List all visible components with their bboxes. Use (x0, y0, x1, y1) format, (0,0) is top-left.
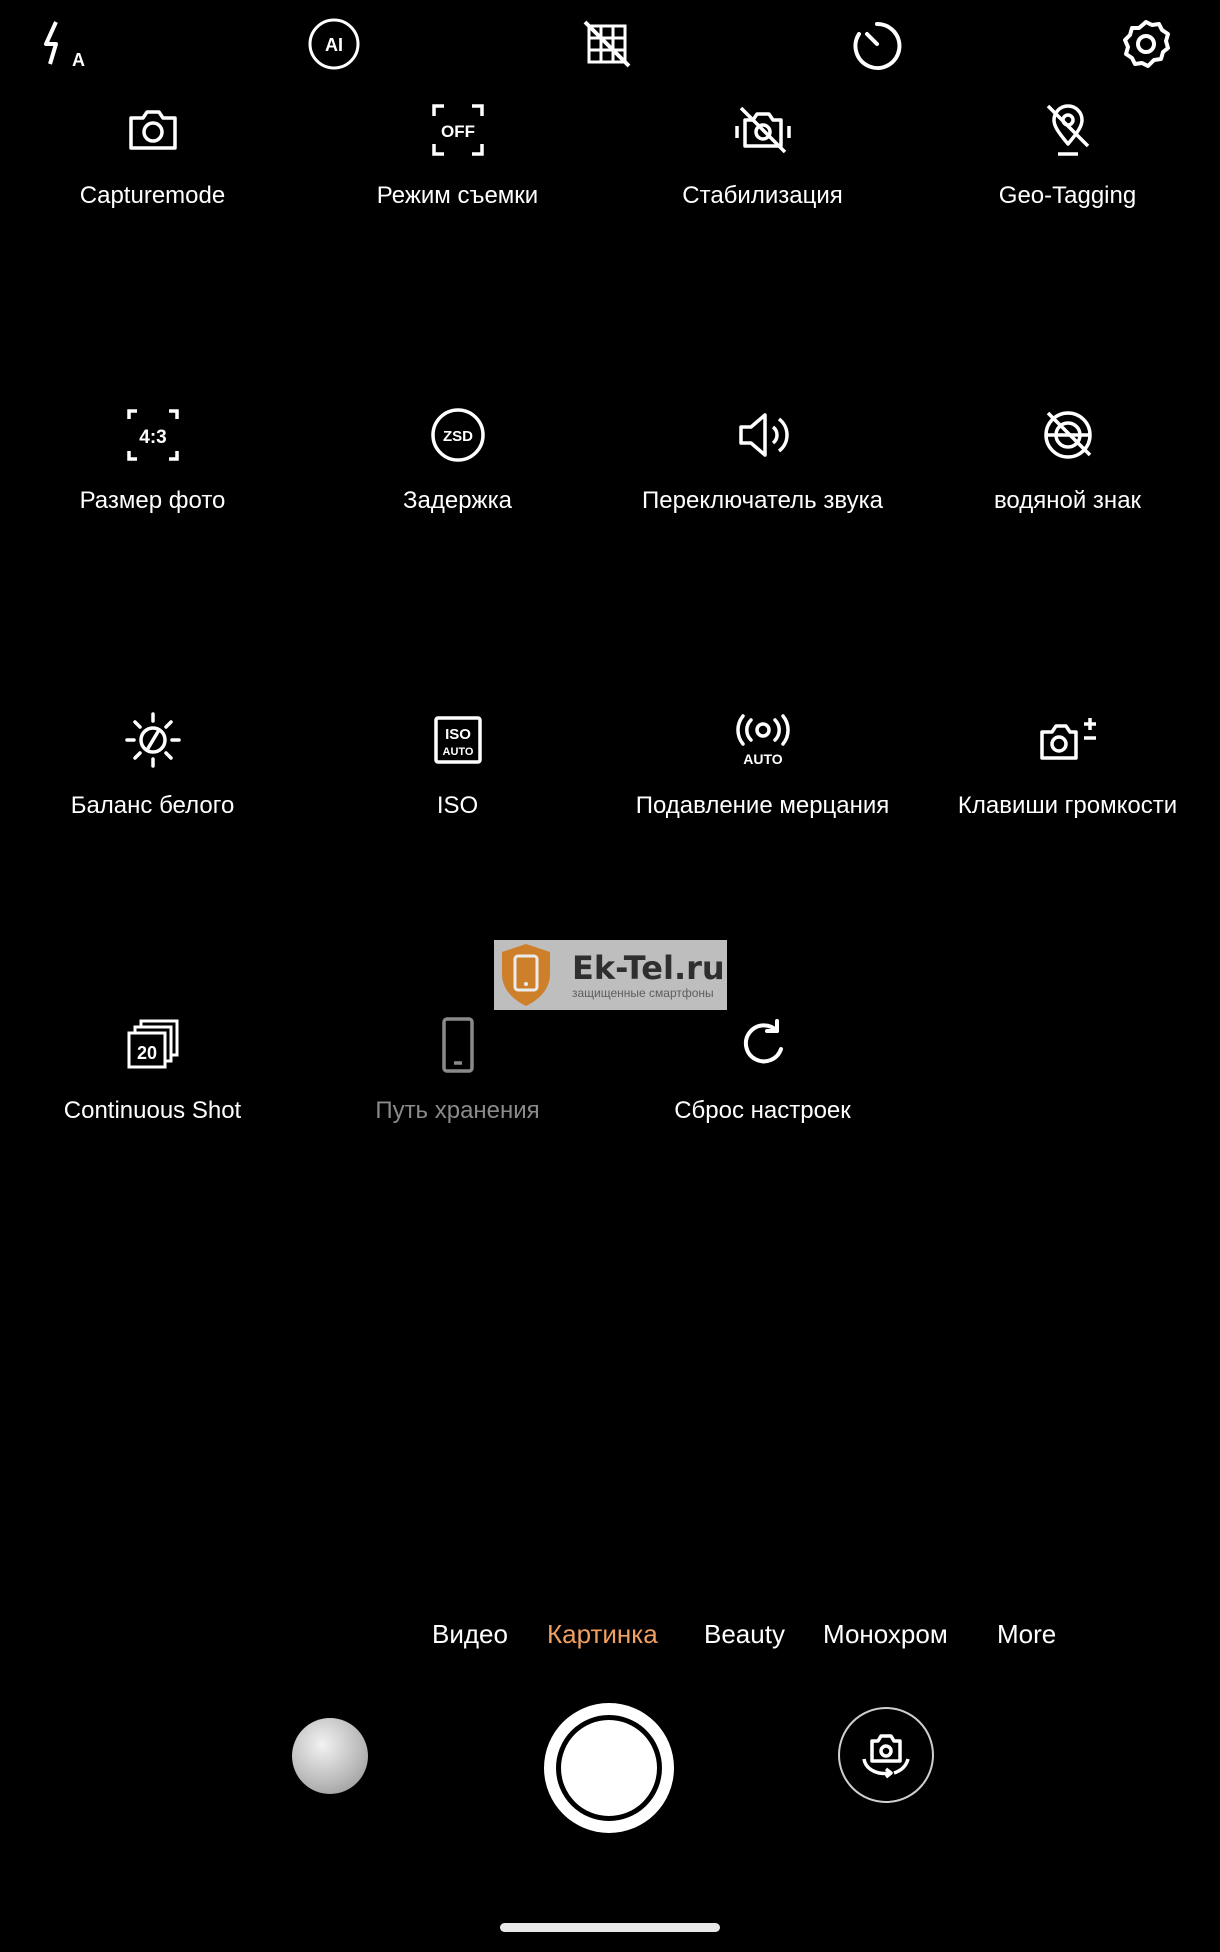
svg-text:ZSD: ZSD (443, 428, 473, 445)
reset-icon (731, 1013, 795, 1077)
setting-stabilization[interactable]: Стабилизация (610, 98, 915, 248)
setting-watermark[interactable]: водяной знак (915, 403, 1220, 553)
setting-photo-size[interactable]: 4:3 Размер фото (0, 403, 305, 553)
camera-icon (121, 98, 185, 162)
setting-continuous-shot[interactable]: 20 Continuous Shot (0, 1013, 305, 1163)
setting-label: Geo-Tagging (998, 182, 1137, 209)
grid-off-icon[interactable] (577, 14, 637, 74)
settings-gear-icon[interactable] (1116, 14, 1176, 74)
top-toolbar: A AI (0, 0, 1220, 90)
setting-capture-mode[interactable]: Capturemode (0, 98, 305, 248)
setting-label: Баланс белого (70, 792, 235, 819)
svg-text:20: 20 (136, 1043, 156, 1063)
setting-label: Стабилизация (682, 182, 843, 209)
white-balance-icon (121, 708, 185, 772)
setting-volume-keys[interactable]: Клавиши громкости (915, 708, 1220, 858)
setting-reset[interactable]: Сброс настроек (610, 1013, 915, 1163)
setting-label: Размер фото (79, 487, 226, 514)
gallery-thumbnail[interactable] (292, 1718, 368, 1794)
watermark-title: Ek-Tel.ru (572, 949, 725, 987)
svg-text:AUTO: AUTO (743, 751, 783, 767)
setting-geo-tagging[interactable]: Geo-Tagging (915, 98, 1220, 248)
mode-switcher: Видео Картинка Beauty Монохром More (0, 1616, 1220, 1656)
stabilization-off-icon (731, 98, 795, 162)
setting-label: Задержка (403, 487, 512, 514)
setting-white-balance[interactable]: Баланс белого (0, 708, 305, 858)
setting-sound-switch[interactable]: Переключатель звука (610, 403, 915, 553)
setting-shooting-mode[interactable]: OFF Режим съемки (305, 98, 610, 248)
timer-icon[interactable] (847, 14, 907, 74)
flash-auto-icon[interactable]: A (34, 14, 94, 74)
zsd-icon: ZSD (426, 403, 490, 467)
svg-text:AUTO: AUTO (442, 746, 473, 758)
switch-camera-icon (862, 1734, 910, 1779)
svg-text:ISO: ISO (445, 726, 471, 743)
setting-label: Сброс настроек (674, 1097, 851, 1124)
volume-keys-camera-icon (1036, 708, 1100, 772)
mode-more[interactable]: More (997, 1616, 1056, 1652)
setting-label: ISO (436, 792, 479, 819)
site-watermark: Ek-Tel.ru защищенные смартфоны (494, 940, 727, 1010)
burst-icon: 20 (121, 1013, 185, 1077)
antiflicker-auto-icon: AUTO (731, 708, 795, 772)
setting-label: водяной знак (993, 487, 1142, 514)
phone-storage-icon (426, 1013, 490, 1077)
setting-label: Переключатель звука (642, 487, 883, 514)
setting-label: Continuous Shot (63, 1097, 242, 1124)
setting-label: Клавиши громкости (957, 792, 1178, 819)
svg-text:OFF: OFF (441, 122, 475, 141)
setting-label: Capturemode (79, 182, 226, 209)
watermark-off-icon (1036, 403, 1100, 467)
ai-icon[interactable]: AI (304, 14, 364, 74)
shield-logo-icon (502, 944, 550, 1006)
home-indicator[interactable] (500, 1923, 720, 1932)
setting-label: Подавление мерцания (635, 792, 890, 819)
setting-delay[interactable]: ZSD Задержка (305, 403, 610, 553)
setting-label: Путь хранения (375, 1097, 540, 1124)
svg-text:AI: AI (325, 35, 343, 55)
aspect-ratio-icon: 4:3 (121, 403, 185, 467)
mode-monochrome[interactable]: Монохром (823, 1616, 948, 1652)
setting-antiflicker[interactable]: AUTO Подавление мерцания (610, 708, 915, 858)
geo-tag-off-icon (1036, 98, 1100, 162)
shutter-button[interactable] (544, 1703, 674, 1833)
watermark-subtitle: защищенные смартфоны (572, 986, 714, 1000)
setting-storage-path[interactable]: Путь хранения (305, 1013, 610, 1163)
shutter-inner-ring (556, 1715, 662, 1821)
svg-text:A: A (72, 50, 85, 70)
off-frame-icon: OFF (426, 98, 490, 162)
mode-picture[interactable]: Картинка (547, 1616, 658, 1652)
sound-on-icon (731, 403, 795, 467)
setting-label: Режим съемки (376, 182, 539, 209)
mode-video[interactable]: Видео (432, 1616, 508, 1652)
svg-text:4:3: 4:3 (139, 427, 166, 448)
iso-auto-icon: ISO AUTO (426, 708, 490, 772)
setting-iso[interactable]: ISO AUTO ISO (305, 708, 610, 858)
mode-beauty[interactable]: Beauty (704, 1616, 785, 1652)
switch-camera-button[interactable] (838, 1707, 934, 1803)
